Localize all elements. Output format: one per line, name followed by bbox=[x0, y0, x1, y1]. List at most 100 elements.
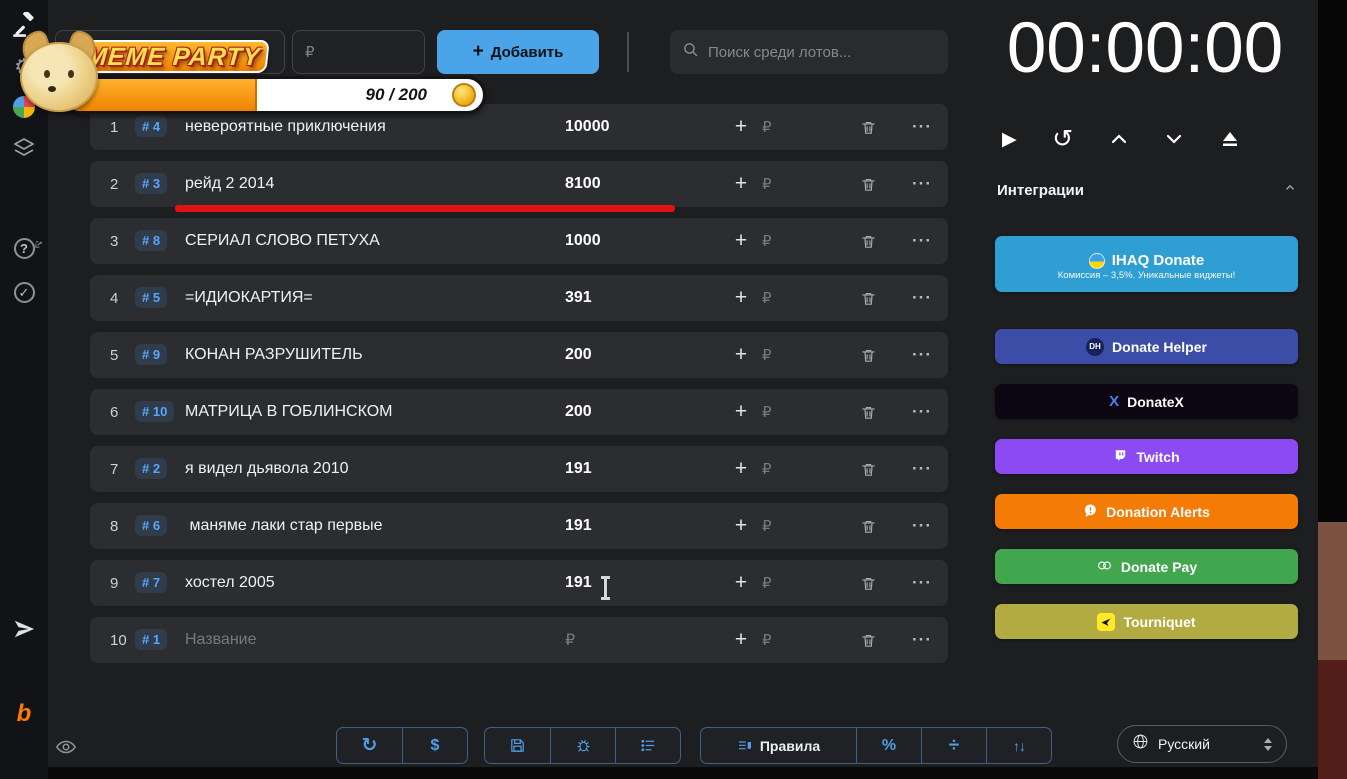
add-amount-button[interactable]: + bbox=[720, 229, 762, 253]
lot-name-field[interactable]: =ИДИОКАРТИЯ= bbox=[185, 289, 565, 307]
lot-name-input[interactable] bbox=[55, 30, 285, 74]
lot-name-placeholder[interactable]: Название bbox=[185, 631, 565, 649]
lot-name-field[interactable]: невероятные приключения bbox=[185, 118, 565, 136]
lot-id-badge[interactable]: # 3 bbox=[135, 173, 168, 194]
bug-report-button[interactable] bbox=[550, 728, 615, 763]
trash-icon[interactable] bbox=[860, 233, 900, 250]
eye-icon[interactable] bbox=[55, 736, 77, 763]
amount-input[interactable]: ₽ bbox=[762, 232, 860, 250]
play-button[interactable]: ▶ bbox=[1002, 128, 1017, 151]
lot-name-field[interactable]: КОНАН РАЗРУШИТЕЛЬ bbox=[185, 346, 565, 364]
divide-button[interactable]: ÷ bbox=[921, 728, 986, 763]
lot-id-badge[interactable]: # 2 bbox=[135, 458, 168, 479]
language-select[interactable]: Русский bbox=[1117, 725, 1287, 763]
help-question-icon[interactable]: ? bbox=[0, 238, 48, 259]
lot-name-field[interactable]: маняме лаки стар первые bbox=[185, 517, 565, 535]
more-options-button[interactable]: ··· bbox=[900, 117, 932, 137]
trash-icon[interactable] bbox=[860, 632, 900, 649]
amount-input[interactable]: ₽ bbox=[762, 460, 860, 478]
add-amount-button[interactable]: + bbox=[720, 286, 762, 310]
integration-donatex[interactable]: X DonateX bbox=[995, 384, 1298, 419]
currency-refresh-button[interactable]: ↻ bbox=[337, 728, 402, 763]
tasks-check-icon[interactable]: ✓ bbox=[0, 282, 48, 303]
save-button[interactable] bbox=[485, 728, 550, 763]
amount-input[interactable]: ₽ bbox=[762, 403, 860, 421]
increase-time-button[interactable] bbox=[1109, 129, 1129, 149]
trash-icon[interactable] bbox=[860, 575, 900, 592]
lot-id-badge[interactable]: # 5 bbox=[135, 287, 168, 308]
settings-gear-icon[interactable]: ⚙ bbox=[0, 56, 48, 78]
integration-donate-pay[interactable]: Donate Pay bbox=[995, 549, 1298, 584]
add-lot-button[interactable]: + Добавить bbox=[437, 30, 599, 74]
lot-amount[interactable]: 200 bbox=[565, 346, 720, 364]
more-options-button[interactable]: ··· bbox=[900, 630, 932, 650]
more-options-button[interactable]: ··· bbox=[900, 573, 932, 593]
amount-input[interactable]: ₽ bbox=[762, 631, 860, 649]
trash-icon[interactable] bbox=[860, 119, 900, 136]
telegram-send-icon[interactable] bbox=[0, 618, 48, 640]
more-options-button[interactable]: ··· bbox=[900, 516, 932, 536]
integration-donate-helper[interactable]: DH Donate Helper bbox=[995, 329, 1298, 364]
lot-amount[interactable]: 391 bbox=[565, 289, 720, 307]
lot-amount[interactable]: 200 bbox=[565, 403, 720, 421]
more-options-button[interactable]: ··· bbox=[900, 459, 932, 479]
lot-id-badge[interactable]: # 7 bbox=[135, 572, 168, 593]
sort-button[interactable]: ↑↓ bbox=[986, 728, 1051, 763]
lot-amount[interactable]: 10000 bbox=[565, 118, 720, 136]
dollar-button[interactable]: $ bbox=[402, 728, 467, 763]
more-options-button[interactable]: ··· bbox=[900, 345, 932, 365]
integration-twitch[interactable]: Twitch bbox=[995, 439, 1298, 474]
add-amount-button[interactable]: + bbox=[720, 115, 762, 139]
amount-input[interactable]: ₽ bbox=[762, 574, 860, 592]
trash-icon[interactable] bbox=[860, 461, 900, 478]
more-options-button[interactable]: ··· bbox=[900, 288, 932, 308]
lot-price-input[interactable] bbox=[292, 30, 425, 74]
amount-input[interactable]: ₽ bbox=[762, 289, 860, 307]
more-options-button[interactable]: ··· bbox=[900, 231, 932, 251]
decrease-time-button[interactable] bbox=[1164, 129, 1184, 149]
lot-id-badge[interactable]: # 8 bbox=[135, 230, 168, 251]
lot-name-field[interactable]: СЕРИАЛ СЛОВО ПЕТУХА bbox=[185, 232, 565, 250]
lot-name-field[interactable]: МАТРИЦА В ГОБЛИНСКОМ bbox=[185, 403, 565, 421]
trash-icon[interactable] bbox=[860, 290, 900, 307]
lot-amount[interactable]: 191 bbox=[565, 460, 720, 478]
lot-id-badge[interactable]: # 6 bbox=[135, 515, 168, 536]
lot-id-badge[interactable]: # 10 bbox=[135, 401, 175, 422]
restart-button[interactable]: ↺ bbox=[1052, 124, 1073, 154]
lot-name-field[interactable]: я видел дьявола 2010 bbox=[185, 460, 565, 478]
add-amount-button[interactable]: + bbox=[720, 628, 762, 652]
amount-input[interactable]: ₽ bbox=[762, 118, 860, 136]
trash-icon[interactable] bbox=[860, 347, 900, 364]
amount-input[interactable]: ₽ bbox=[762, 517, 860, 535]
clear-list-button[interactable] bbox=[615, 728, 680, 763]
rules-button[interactable]: Правила bbox=[701, 728, 856, 763]
amount-input[interactable]: ₽ bbox=[762, 175, 860, 193]
add-amount-button[interactable]: + bbox=[720, 172, 762, 196]
integration-donation-alerts[interactable]: Donation Alerts bbox=[995, 494, 1298, 529]
auction-gavel-icon[interactable] bbox=[0, 12, 48, 38]
lot-id-badge[interactable]: # 4 bbox=[135, 116, 168, 137]
lot-name-field[interactable]: рейд 2 2014 bbox=[185, 175, 565, 193]
trash-icon[interactable] bbox=[860, 176, 900, 193]
add-amount-button[interactable]: + bbox=[720, 400, 762, 424]
layers-icon[interactable] bbox=[0, 136, 48, 160]
more-options-button[interactable]: ··· bbox=[900, 402, 932, 422]
lot-amount-placeholder[interactable]: ₽ bbox=[565, 630, 720, 650]
percent-button[interactable]: % bbox=[856, 728, 921, 763]
eject-time-button[interactable] bbox=[1220, 129, 1240, 149]
wheel-pie-icon[interactable] bbox=[0, 96, 48, 118]
add-amount-button[interactable]: + bbox=[720, 514, 762, 538]
collapse-chevron-icon[interactable] bbox=[1283, 181, 1297, 200]
lot-name-field[interactable]: хостел 2005 bbox=[185, 574, 565, 592]
add-amount-button[interactable]: + bbox=[720, 343, 762, 367]
search-input[interactable] bbox=[708, 43, 936, 61]
trash-icon[interactable] bbox=[860, 404, 900, 421]
add-amount-button[interactable]: + bbox=[720, 571, 762, 595]
amount-input[interactable]: ₽ bbox=[762, 346, 860, 364]
integration-ihaq-donate[interactable]: IHAQ Donate Комиссия – 3,5%. Уникальные … bbox=[995, 236, 1298, 292]
trash-icon[interactable] bbox=[860, 518, 900, 535]
more-options-button[interactable]: ··· bbox=[900, 174, 932, 194]
lot-id-badge[interactable]: # 1 bbox=[135, 629, 168, 650]
search-box[interactable] bbox=[670, 30, 948, 74]
integration-tourniquet[interactable]: Tourniquet bbox=[995, 604, 1298, 639]
